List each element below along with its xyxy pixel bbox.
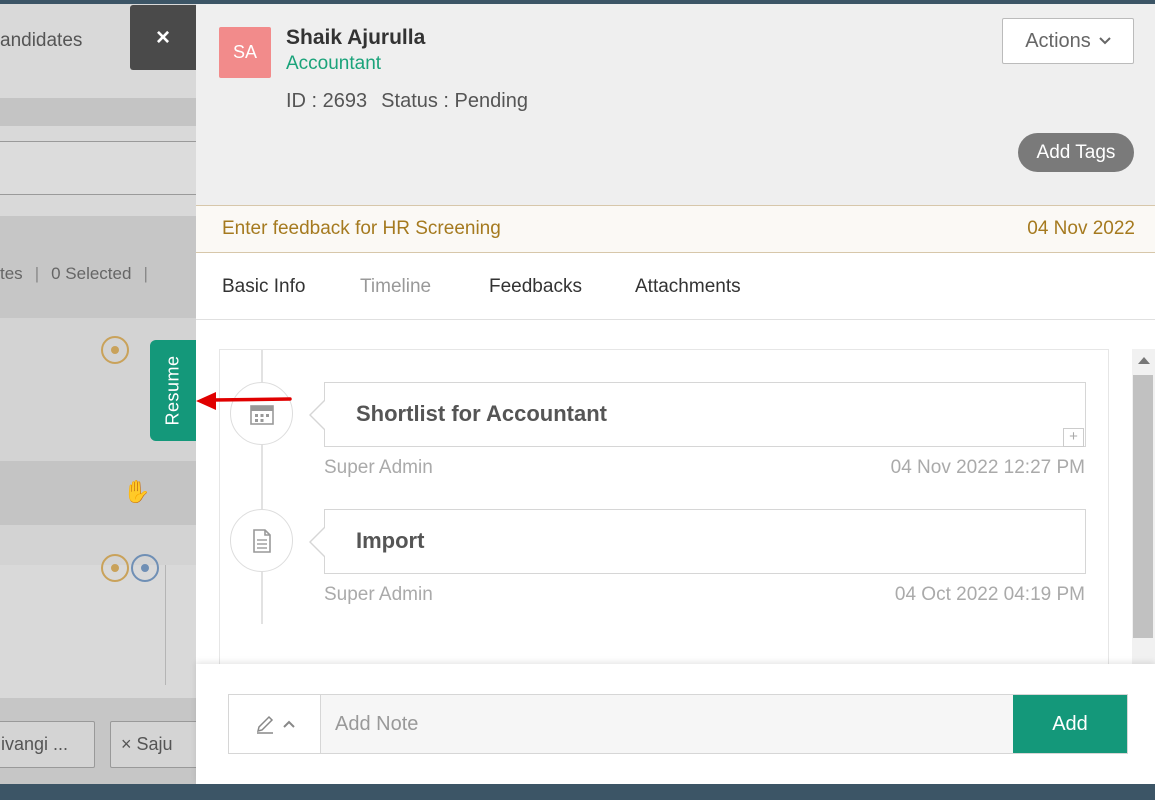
scroll-up-icon[interactable] <box>1138 357 1150 364</box>
scroll-thumb[interactable] <box>1133 375 1153 638</box>
top-border <box>0 0 1155 4</box>
timeline-datetime: 04 Oct 2022 04:19 PM <box>894 584 1085 605</box>
chevron-up-icon <box>282 720 295 728</box>
timeline-title: Shortlist for Accountant <box>356 401 607 426</box>
bg-filter-chip[interactable]: × Saju <box>110 721 196 768</box>
tab-feedbacks[interactable]: Feedbacks <box>489 276 582 298</box>
candidate-panel: SA Shaik Ajurulla Accountant ID : 2693 St… <box>196 4 1155 784</box>
timeline-author: Super Admin <box>324 584 433 605</box>
bg-band <box>0 98 196 126</box>
timeline-card: Import <box>309 509 1086 574</box>
timeline-title: Import <box>356 528 425 553</box>
resume-tab[interactable]: Resume <box>150 340 196 441</box>
chevron-down-icon <box>1099 37 1111 45</box>
thumbs-icon[interactable]: ✋ <box>123 479 150 505</box>
document-icon <box>252 528 271 553</box>
candidate-status: Status : Pending <box>381 90 528 112</box>
eye-icon[interactable] <box>101 554 129 582</box>
timeline-node <box>230 509 293 572</box>
resume-tab-label: Resume <box>162 355 183 426</box>
candidate-name: Shaik Ajurulla <box>286 26 426 49</box>
close-panel-button[interactable]: × <box>130 5 196 70</box>
bg-candidates-tab[interactable]: andidates <box>0 30 82 52</box>
feedback-prompt[interactable]: Enter feedback for HR Screening <box>222 218 501 240</box>
note-input-group: Add <box>228 694 1128 754</box>
red-arrow-annotation <box>196 392 292 410</box>
feedback-banner[interactable]: Enter feedback for HR Screening 04 Nov 2… <box>196 205 1155 253</box>
bg-search-box[interactable] <box>0 141 196 195</box>
avatar: SA <box>219 27 271 78</box>
note-type-toggle[interactable] <box>229 695 321 753</box>
candidate-role: Accountant <box>286 53 382 74</box>
bg-selected-count: 0 Selected <box>51 264 132 283</box>
actions-dropdown[interactable]: Actions <box>1002 18 1134 64</box>
timeline-card: Shortlist for Accountant + <box>309 382 1086 447</box>
expand-plus-icon[interactable]: + <box>1063 428 1084 447</box>
bg-filter-label: tes <box>0 264 23 283</box>
scrollbar[interactable] <box>1132 349 1155 665</box>
actions-label: Actions <box>1025 29 1091 52</box>
timeline-datetime: 04 Nov 2022 12:27 PM <box>890 457 1085 478</box>
bg-table-row[interactable] <box>0 461 196 525</box>
add-note-button[interactable]: Add <box>1013 695 1127 753</box>
pencil-icon <box>256 715 273 734</box>
bg-table-row[interactable] <box>0 525 196 565</box>
eye-icon[interactable] <box>101 336 129 364</box>
add-tags-button[interactable]: Add Tags <box>1018 133 1134 172</box>
add-note-input[interactable] <box>321 695 1013 753</box>
timeline: Shortlist for Accountant + Super Admin 0… <box>219 349 1109 669</box>
bg-table-row[interactable] <box>0 565 166 685</box>
close-icon: × <box>155 23 170 51</box>
tab-basic-info[interactable]: Basic Info <box>222 276 305 298</box>
feedback-date: 04 Nov 2022 <box>1027 218 1135 239</box>
candidate-header: SA Shaik Ajurulla Accountant ID : 2693 St… <box>196 4 1155 205</box>
bottom-border <box>0 784 1155 800</box>
candidate-meta: ID : 2693 Status : Pending <box>286 90 528 113</box>
user-group-icon[interactable] <box>131 554 159 582</box>
tab-timeline[interactable]: Timeline <box>360 276 431 298</box>
candidate-id: ID : 2693 <box>286 90 368 112</box>
bg-filter-chip[interactable]: ivangi ... <box>0 721 95 768</box>
note-composer: Add <box>196 664 1155 784</box>
timeline-author: Super Admin <box>324 457 433 478</box>
tab-attachments[interactable]: Attachments <box>635 276 741 298</box>
tab-bar: Basic Info Timeline Feedbacks Attachment… <box>196 254 1155 320</box>
bg-filter-row: tes | 0 Selected | <box>0 264 148 283</box>
